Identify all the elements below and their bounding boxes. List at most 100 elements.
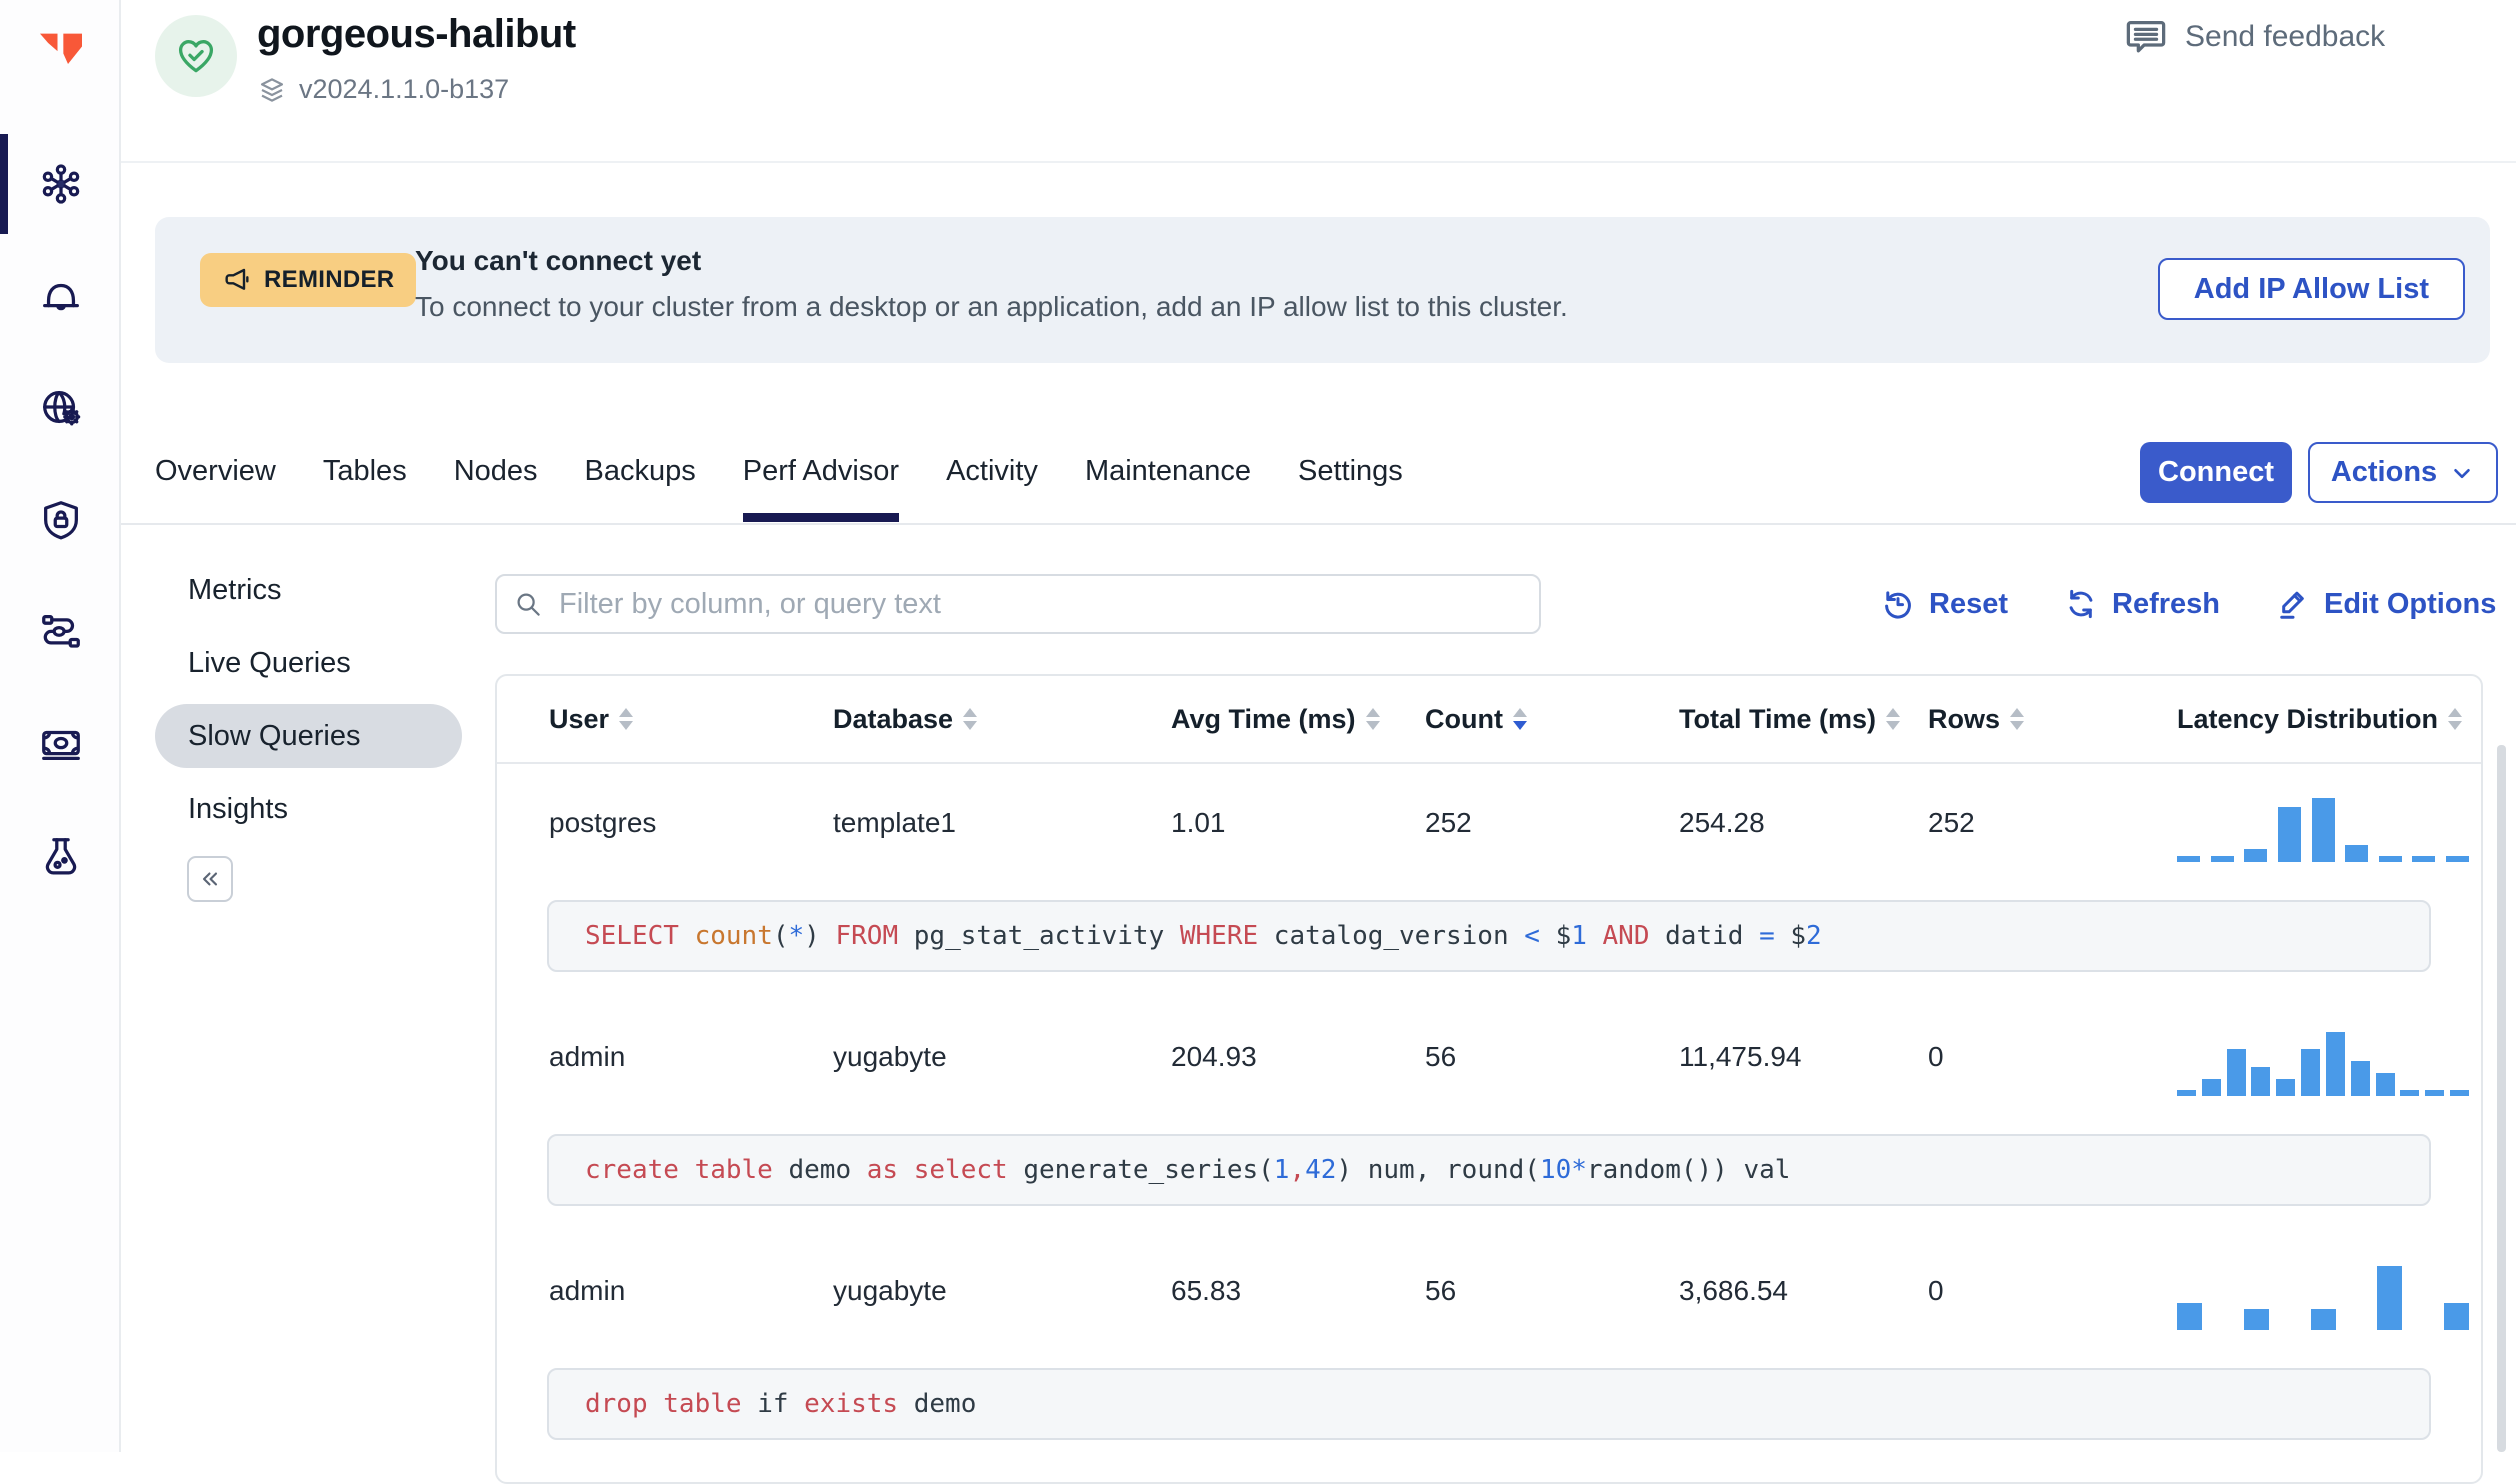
flask-icon xyxy=(45,838,76,875)
subnav-item-live-queries[interactable]: Live Queries xyxy=(155,631,462,695)
rows-cell: 0 xyxy=(1928,1041,1944,1072)
query-text[interactable]: drop table if exists demo xyxy=(547,1368,2431,1440)
column-header-database[interactable]: Database xyxy=(833,704,1171,735)
column-header-total-time[interactable]: Total Time (ms) xyxy=(1679,704,1928,735)
tab-activity[interactable]: Activity xyxy=(946,455,1038,522)
latency-bar xyxy=(2276,1079,2296,1096)
refresh-button[interactable]: Refresh xyxy=(2063,586,2220,622)
column-header-avg-time[interactable]: Avg Time (ms) xyxy=(1171,704,1425,735)
column-header-rows[interactable]: Rows xyxy=(1928,704,2177,735)
slow-queries-table: User Database Avg Time (ms) Count Total … xyxy=(495,674,2483,1484)
sidebar-item-integrations[interactable] xyxy=(0,576,121,688)
collapse-sidebar-button[interactable] xyxy=(187,856,233,902)
latency-bar xyxy=(2375,1073,2395,1096)
search-icon xyxy=(517,593,540,616)
latency-bar xyxy=(2177,1303,2202,1330)
latency-bar xyxy=(2251,1067,2271,1096)
sidebar-item-security[interactable] xyxy=(0,464,121,576)
latency-cell xyxy=(2177,1252,2481,1330)
latency-chart xyxy=(2177,1264,2469,1330)
actions-label: Actions xyxy=(2330,456,2438,488)
latency-bar xyxy=(2446,856,2469,862)
database-cell: yugabyte xyxy=(833,1041,947,1072)
query-text[interactable]: create table demo as select generate_ser… xyxy=(547,1134,2431,1206)
sort-icon xyxy=(1365,708,1380,730)
latency-bar xyxy=(2400,1090,2420,1096)
query-text[interactable]: SELECT count(*) FROM pg_stat_activity WH… xyxy=(547,900,2431,972)
tab-overview[interactable]: Overview xyxy=(155,455,276,522)
send-feedback-button[interactable]: Send feedback xyxy=(2123,14,2385,60)
add-ip-allow-list-button[interactable]: Add IP Allow List xyxy=(2157,258,2465,320)
user-cell: admin xyxy=(549,1041,626,1072)
shield-lock-icon xyxy=(43,501,78,540)
latency-bar xyxy=(2226,1049,2246,1096)
edit-options-button[interactable]: Edit Options xyxy=(2275,586,2496,622)
rows-cell: 0 xyxy=(1928,1275,1944,1306)
reset-clock-icon xyxy=(1885,591,1911,619)
column-header-count[interactable]: Count xyxy=(1425,704,1679,735)
sort-icon xyxy=(619,708,634,730)
sort-icon-desc-active xyxy=(1512,708,1527,730)
scrollbar-thumb[interactable] xyxy=(2497,745,2506,1452)
billing-icon xyxy=(41,730,80,761)
sidebar-item-clusters[interactable] xyxy=(0,128,121,240)
table-row[interactable]: admin yugabyte 65.83 56 3,686.54 0 xyxy=(497,1232,2481,1350)
tab-perf-advisor[interactable]: Perf Advisor xyxy=(742,455,900,522)
tabs-divider xyxy=(121,523,2516,525)
send-feedback-label: Send feedback xyxy=(2185,20,2386,53)
sidebar-item-labs[interactable] xyxy=(0,800,121,912)
page-header: gorgeous-halibut v2024.1.1.0-b137 Send f… xyxy=(121,0,2516,163)
cluster-status-badge xyxy=(155,15,237,97)
table-row[interactable]: admin yugabyte 204.93 56 11,475.94 0 xyxy=(497,998,2481,1116)
reminder-badge-label: REMINDER xyxy=(264,266,395,293)
tab-backups[interactable]: Backups xyxy=(585,455,696,522)
subnav-item-slow-queries[interactable]: Slow Queries xyxy=(155,704,462,768)
user-cell: postgres xyxy=(549,807,657,838)
column-header-latency-distribution[interactable]: Latency Distribution xyxy=(2177,704,2481,735)
avg-time-cell: 1.01 xyxy=(1171,807,1226,838)
latency-bar xyxy=(2378,856,2402,862)
sort-icon xyxy=(2010,708,2025,730)
reset-button[interactable]: Reset xyxy=(1880,586,2008,622)
heart-check-icon xyxy=(178,40,214,73)
sort-icon xyxy=(1886,708,1901,730)
cluster-version: v2024.1.1.0-b137 xyxy=(257,74,509,105)
subnav-item-insights[interactable]: Insights xyxy=(155,777,462,841)
cluster-tabs: Overview Tables Nodes Backups Perf Advis… xyxy=(155,455,1450,522)
query-row: create table demo as select generate_ser… xyxy=(497,1134,2481,1206)
latency-chart xyxy=(2177,1030,2469,1096)
left-rail xyxy=(0,0,121,1452)
sort-icon xyxy=(2448,708,2463,730)
latency-bar xyxy=(2210,856,2234,862)
latency-bar xyxy=(2377,1266,2403,1330)
sidebar-item-network-access[interactable] xyxy=(0,352,121,464)
reminder-badge: REMINDER xyxy=(200,253,417,307)
connect-button[interactable]: Connect xyxy=(2140,442,2292,503)
avg-time-cell: 65.83 xyxy=(1171,1275,1242,1306)
table-row[interactable]: postgres template1 1.01 252 254.28 252 xyxy=(497,764,2481,882)
latency-bar xyxy=(2449,1090,2469,1096)
refresh-label: Refresh xyxy=(2112,587,2220,620)
yugabyte-logo-icon[interactable] xyxy=(0,22,121,78)
megaphone-icon xyxy=(225,268,249,290)
banner-message: To connect to your cluster from a deskto… xyxy=(415,291,1568,322)
sidebar-item-usage-billing[interactable] xyxy=(0,688,121,800)
latency-bar xyxy=(2350,1061,2370,1096)
subnav-item-metrics[interactable]: Metrics xyxy=(155,558,462,622)
integrations-icon xyxy=(41,615,80,648)
sidebar-item-alerts[interactable] xyxy=(0,240,121,352)
tab-tables[interactable]: Tables xyxy=(323,455,407,522)
layers-icon xyxy=(260,77,284,102)
latency-bar xyxy=(2244,849,2268,862)
search-input[interactable] xyxy=(495,574,1541,634)
latency-chart xyxy=(2177,796,2469,862)
reminder-banner: REMINDER You can't connect yet To connec… xyxy=(155,217,2490,363)
actions-button[interactable]: Actions xyxy=(2308,442,2498,503)
query-row: SELECT count(*) FROM pg_stat_activity WH… xyxy=(497,900,2481,972)
tab-nodes[interactable]: Nodes xyxy=(454,455,538,522)
column-header-user[interactable]: User xyxy=(549,704,833,735)
tab-maintenance[interactable]: Maintenance xyxy=(1085,455,1251,522)
tab-settings[interactable]: Settings xyxy=(1298,455,1403,522)
app-root: gorgeous-halibut v2024.1.1.0-b137 Send f… xyxy=(0,0,2516,1484)
refresh-icon xyxy=(2069,589,2093,619)
